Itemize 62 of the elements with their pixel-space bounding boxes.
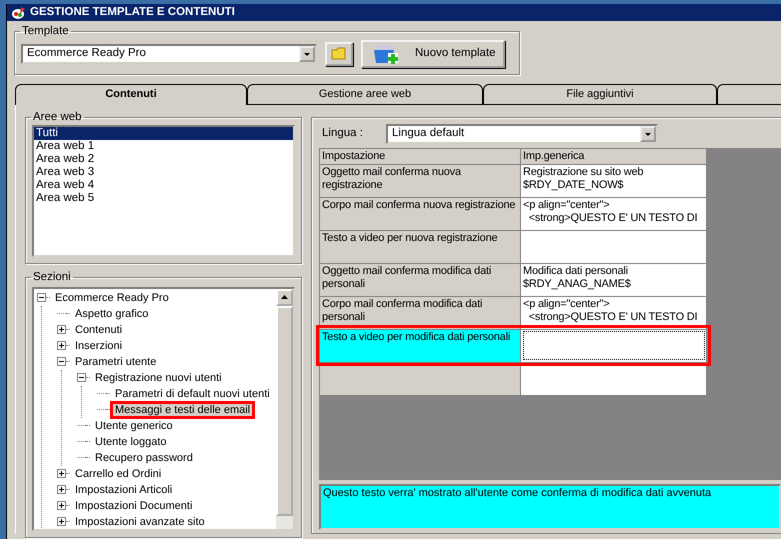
value-cell[interactable]: Modifica dati personali $RDY_ANAG_NAME$ — [520, 263, 706, 296]
list-item[interactable]: Area web 3 — [34, 166, 293, 179]
tree-item[interactable]: Carrello ed Ordini — [70, 464, 166, 482]
value-cell[interactable] — [520, 329, 706, 362]
value-cell[interactable]: <p align="center"> <strong>QUESTO E' UN TESTO DI — [520, 197, 706, 230]
tree-item[interactable]: Inserzioni — [70, 336, 128, 354]
tree-item[interactable]: Impostazioni Articoli — [70, 480, 178, 498]
setting-cell[interactable]: Corpo mail conferma nuova registrazione — [320, 197, 520, 230]
tab[interactable]: Contenuti — [15, 84, 247, 104]
tab[interactable]: File aggiuntivi — [483, 84, 717, 104]
tree-item[interactable]: Parametri utente — [70, 352, 162, 370]
expand-icon[interactable] — [57, 469, 66, 478]
language-dropdown[interactable]: Lingua default — [386, 124, 658, 144]
folder-icon — [331, 46, 347, 60]
scroll-up-icon — [281, 295, 288, 299]
tree-item[interactable]: Messaggi e testi delle email — [110, 400, 256, 418]
tree-item[interactable]: Impostazioni Documenti — [70, 496, 198, 514]
setting-cell[interactable]: Testo a video per nuova registrazione — [320, 230, 520, 263]
tree-item[interactable]: Ecommerce Ready Pro — [50, 288, 174, 306]
column-header: Impostazione — [320, 148, 520, 164]
setting-cell[interactable]: Oggetto mail conferma modifica dati personali — [320, 263, 520, 296]
tree-item[interactable]: Impostazioni avanzate sito — [70, 512, 210, 528]
window-title: GESTIONE TEMPLATE E CONTENUTI — [30, 6, 235, 20]
collapse-icon[interactable] — [77, 373, 86, 382]
expand-icon[interactable] — [57, 485, 66, 494]
web-area-list[interactable]: Tutti Area web 1 Area web 2 Area web 3 Area web 4 Area web 5 — [32, 125, 295, 257]
expand-icon[interactable] — [57, 341, 66, 350]
group-label: Aree web — [32, 112, 83, 123]
tree-item[interactable]: Utente loggato — [90, 432, 172, 450]
tree-item[interactable]: Contenuti — [70, 320, 128, 338]
value-cell[interactable] — [520, 230, 706, 263]
value-cell[interactable]: Registrazione su sito web $RDY_DATE_NOW$ — [520, 164, 706, 197]
group-label: Template — [21, 26, 70, 38]
list-item[interactable]: Area web 4 — [34, 179, 293, 192]
tree-item[interactable]: Registrazione nuovi utenti — [90, 368, 227, 386]
list-item[interactable]: Area web 1 — [34, 140, 293, 153]
tree-item[interactable]: Utente generico — [90, 416, 178, 434]
list-item[interactable]: Area web 2 — [34, 153, 293, 166]
description-text: Questo testo verra' mostrato all'utente come conferma di modifica dati avvenuta — [319, 484, 781, 530]
expand-icon[interactable] — [57, 501, 66, 510]
collapse-icon[interactable] — [37, 293, 46, 302]
new-template-button[interactable]: Nuovo template — [361, 40, 505, 68]
tab[interactable]: Gestione aree web — [247, 84, 483, 104]
open-folder-button[interactable] — [325, 42, 353, 66]
column-header: Imp.generica — [520, 148, 706, 164]
tree-item[interactable]: Recupero password — [90, 448, 198, 466]
tree-item[interactable]: Aspetto grafico — [70, 304, 154, 322]
template-dropdown[interactable]: Ecommerce Ready Pro — [21, 44, 317, 64]
list-item[interactable]: Tutti — [34, 127, 293, 140]
app-icon — [11, 6, 26, 20]
basket-add-icon — [373, 42, 399, 64]
list-item[interactable]: Area web 5 — [34, 192, 293, 205]
tree-item[interactable]: Parametri di default nuovi utenti — [110, 384, 275, 402]
tab[interactable] — [717, 84, 781, 104]
group-label: Sezioni — [32, 272, 72, 284]
section-tree[interactable] — [32, 286, 295, 530]
collapse-icon[interactable] — [57, 357, 66, 366]
setting-cell[interactable]: Testo a video per modifica dati personali — [320, 329, 520, 362]
expand-icon[interactable] — [57, 325, 66, 334]
setting-cell[interactable]: Oggetto mail conferma nuova registrazione — [320, 164, 520, 197]
expand-icon[interactable] — [57, 517, 66, 526]
language-label: Lingua : — [322, 126, 364, 140]
